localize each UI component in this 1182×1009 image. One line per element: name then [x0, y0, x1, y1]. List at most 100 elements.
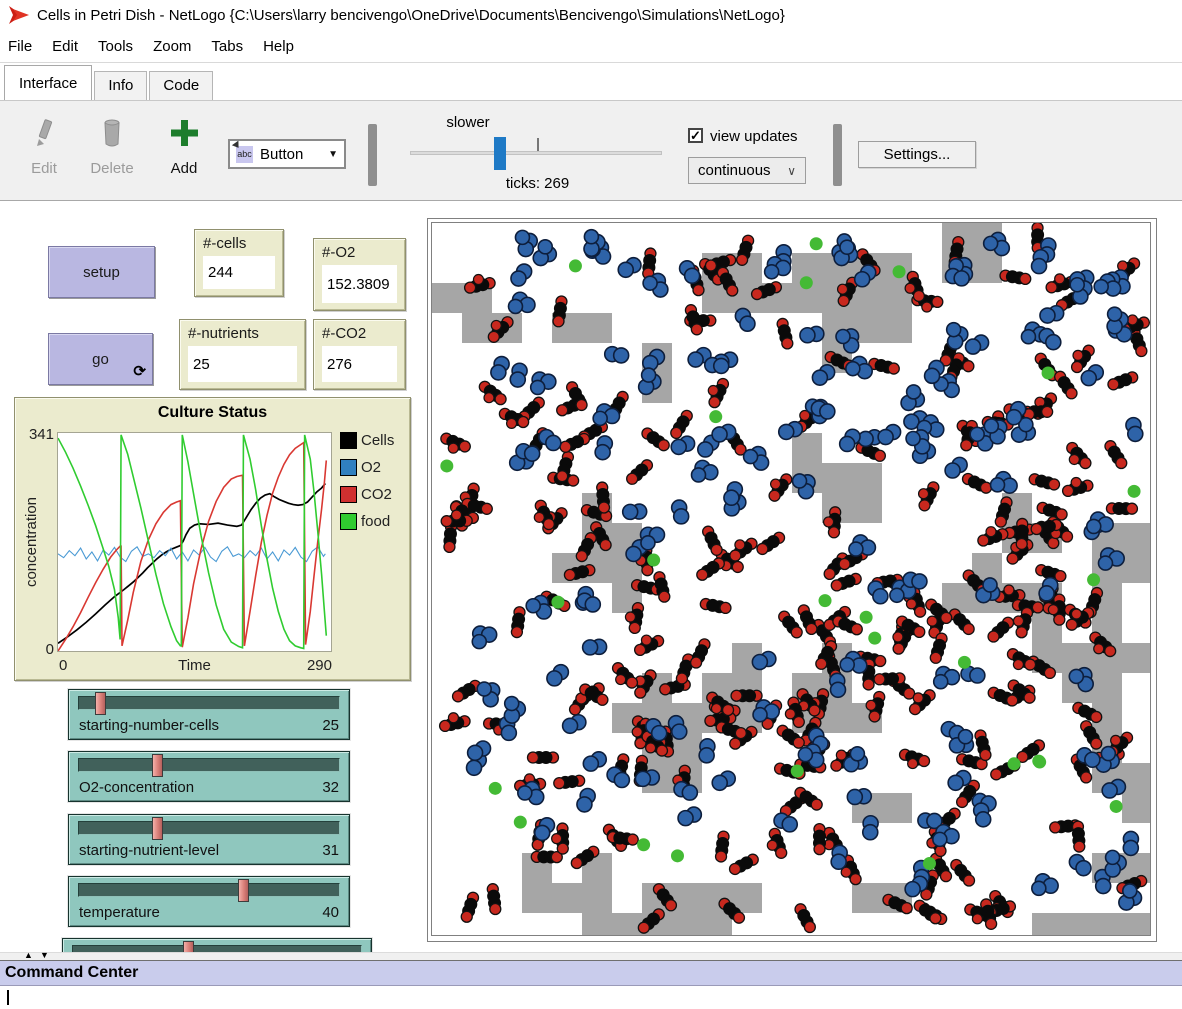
speed-slider-label: slower — [428, 114, 508, 131]
slider-track[interactable] — [78, 758, 340, 772]
tab-bar: Interface Info Code — [0, 64, 1182, 100]
plot-ymax-label: 341 — [17, 426, 54, 443]
toolbar-separator — [833, 124, 842, 186]
window-title: Cells in Petri Dish - NetLogo {C:\Users\… — [37, 7, 785, 24]
divider-down-arrow-icon[interactable]: ▼ — [40, 951, 49, 960]
slider-handle[interactable] — [238, 879, 249, 902]
slider-label: temperature — [79, 904, 160, 921]
add-widget-button[interactable]: Add — [162, 117, 206, 177]
slider-track[interactable] — [78, 696, 340, 710]
title-bar: Cells in Petri Dish - NetLogo {C:\Users\… — [0, 0, 1182, 30]
monitor-cells-label: #-cells — [203, 235, 275, 252]
culture-status-plot: Culture Status 341 0 concentration 0 Tim… — [14, 397, 411, 681]
toolbar-separator — [368, 124, 377, 186]
legend-swatch-cells — [340, 432, 357, 449]
menu-zoom[interactable]: Zoom — [143, 38, 201, 55]
menu-tools[interactable]: Tools — [88, 38, 143, 55]
slider-value: 40 — [322, 904, 339, 921]
button-widget-icon: abc — [236, 146, 253, 163]
monitor-nutrients: #-nutrients 25 — [179, 319, 306, 390]
slider-starting-nutrient-level: starting-nutrient-level31 — [68, 814, 350, 865]
slider-label: starting-number-cells — [79, 717, 219, 734]
monitor-o2-value: 152.3809 — [322, 265, 397, 303]
menu-tabs[interactable]: Tabs — [201, 38, 253, 55]
slider-value: 25 — [322, 717, 339, 734]
plot-legend: Cells O2 CO2 food — [340, 427, 394, 535]
slider-track[interactable] — [72, 945, 362, 952]
speed-slider-handle[interactable] — [494, 137, 506, 170]
command-input[interactable] — [0, 987, 1182, 1009]
legend-label-o2: O2 — [361, 459, 381, 476]
plot-xlabel: Time — [57, 657, 332, 674]
text-cursor — [7, 990, 9, 1005]
monitor-o2-label: #-O2 — [322, 244, 397, 261]
interface-canvas: setup go ⟳ #-cells 244 #-O2 152.3809 #-n… — [0, 200, 1182, 952]
go-button[interactable]: go ⟳ — [48, 333, 153, 385]
plot-area — [57, 432, 332, 652]
widget-type-value: Button — [260, 146, 303, 163]
slider-handle[interactable] — [152, 754, 163, 777]
world-view[interactable] — [427, 218, 1157, 942]
command-center-title: Command Center — [5, 964, 138, 981]
slider-starting-number-cells: starting-number-cells 25 — [68, 689, 350, 740]
tab-code[interactable]: Code — [149, 71, 213, 100]
plus-icon — [171, 117, 198, 149]
menu-edit[interactable]: Edit — [42, 38, 88, 55]
view-updates-label: view updates — [710, 128, 798, 145]
update-mode-value: continuous — [698, 162, 771, 179]
legend-label-co2: CO2 — [361, 486, 392, 503]
setup-button[interactable]: setup — [48, 246, 155, 298]
tab-info[interactable]: Info — [94, 71, 147, 100]
slider-label: starting-nutrient-level — [79, 842, 219, 859]
command-center-header[interactable]: Command Center — [0, 960, 1182, 986]
slider-track[interactable] — [78, 821, 340, 835]
monitor-cells: #-cells 244 — [194, 229, 284, 297]
slider-handle[interactable] — [152, 817, 163, 840]
slider-handle[interactable] — [183, 941, 194, 952]
legend-item-co2: CO2 — [340, 481, 394, 508]
world-view-canvas — [431, 222, 1151, 936]
menu-file[interactable]: File — [0, 38, 42, 55]
menu-help[interactable]: Help — [253, 38, 304, 55]
widget-type-dropdown[interactable]: abc Button ▼ — [228, 139, 346, 169]
legend-swatch-o2 — [340, 459, 357, 476]
speed-slider-track[interactable] — [410, 151, 662, 155]
edit-widget-button[interactable]: Edit — [22, 117, 66, 177]
tab-interface[interactable]: Interface — [4, 65, 92, 100]
legend-label-cells: Cells — [361, 432, 394, 449]
go-button-label: go — [92, 351, 109, 368]
slider-handle[interactable] — [95, 692, 106, 715]
delete-widget-button[interactable]: Delete — [84, 117, 140, 177]
toolbar: Edit Delete Add abc Button ▼ slower tick — [0, 100, 1182, 201]
view-updates-checkbox[interactable]: ✓ — [688, 128, 703, 143]
menu-bar: File Edit Tools Zoom Tabs Help — [0, 30, 1182, 63]
monitor-o2: #-O2 152.3809 — [313, 238, 406, 311]
plot-title: Culture Status — [15, 404, 410, 422]
forever-loop-icon: ⟳ — [133, 362, 146, 380]
slider-temperature: temperature 40 — [68, 876, 350, 927]
plot-ymin-label: 0 — [17, 641, 54, 658]
plot-canvas — [58, 433, 331, 651]
settings-button[interactable]: Settings... — [858, 141, 976, 168]
slider-value: 32 — [322, 779, 339, 796]
setup-button-label: setup — [83, 264, 120, 281]
slider-track[interactable] — [78, 883, 340, 897]
netlogo-logo-icon — [8, 5, 30, 25]
dropdown-caret-icon: ▼ — [328, 149, 338, 160]
legend-swatch-food — [340, 513, 357, 530]
monitor-co2-label: #-CO2 — [322, 325, 397, 342]
add-label: Add — [162, 160, 206, 177]
legend-item-cells: Cells — [340, 427, 394, 454]
legend-swatch-co2 — [340, 486, 357, 503]
plot-ylabel: concentration — [23, 462, 39, 622]
chevron-down-icon: ∨ — [787, 164, 796, 178]
pencil-icon — [32, 117, 56, 149]
slider-o2-concentration: O2-concentration32 — [68, 751, 350, 802]
slider-clipped — [62, 938, 372, 952]
command-center-divider[interactable]: ▲ ▼ — [0, 952, 1182, 960]
legend-item-food: food — [340, 508, 394, 535]
settings-button-label: Settings... — [884, 146, 951, 163]
divider-up-arrow-icon[interactable]: ▲ — [24, 951, 33, 960]
update-mode-dropdown[interactable]: continuous ∨ — [688, 157, 806, 184]
monitor-co2: #-CO2 276 — [313, 319, 406, 390]
